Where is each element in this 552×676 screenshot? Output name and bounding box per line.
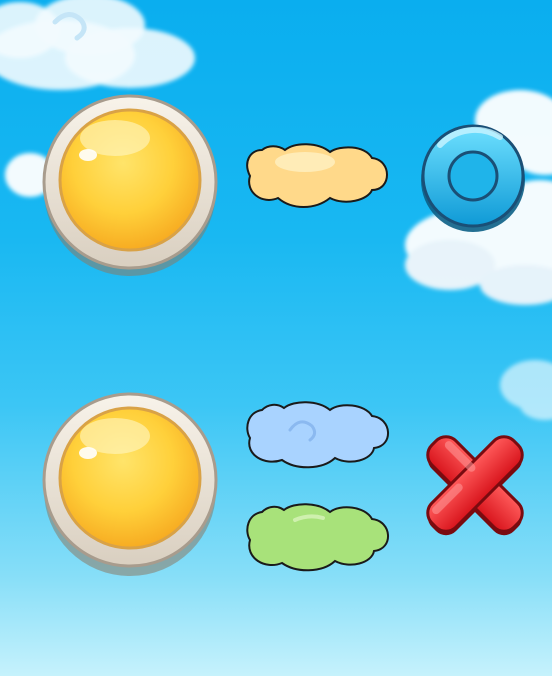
golden-round-button-icon[interactable] (42, 94, 218, 276)
red-cross-icon (426, 435, 524, 536)
game-scene (0, 0, 552, 576)
background-cloud-top-left (0, 0, 195, 90)
yellow-cloud-icon (246, 143, 388, 208)
blue-cloud-icon (246, 401, 389, 469)
golden-round-button-icon[interactable] (42, 392, 218, 576)
background-cloud-lower-right (500, 360, 552, 420)
blue-ring-icon (421, 124, 525, 232)
green-cloud-icon (246, 503, 389, 572)
